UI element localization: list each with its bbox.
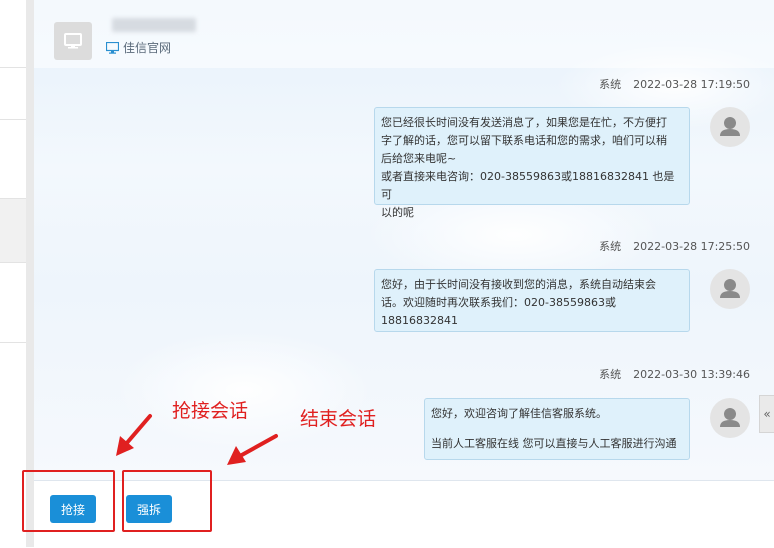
list-row[interactable] (0, 119, 26, 164)
chat-header: 佳信官网 (34, 0, 774, 68)
message-line: 或者直接来电咨询：020-38559863或18816832841 也是可 (381, 170, 675, 201)
chat-panel: 佳信官网 系统 2022-03-28 17:19:50 您已经很长时间没有发送消息… (34, 0, 774, 480)
monitor-icon (64, 33, 82, 49)
message-line: 18816832841 (381, 314, 458, 327)
panel-divider[interactable] (26, 0, 34, 547)
message-time: 2022-03-28 17:19:50 (633, 78, 750, 91)
annotation-box-grab (22, 470, 115, 532)
user-icon (720, 117, 740, 136)
system-avatar (710, 107, 750, 147)
message-line (431, 423, 683, 435)
visitor-source: 佳信官网 (106, 39, 171, 56)
system-avatar (710, 269, 750, 309)
conversation-list-edge (0, 0, 27, 547)
message-time: 2022-03-28 17:25:50 (633, 240, 750, 253)
user-icon (720, 408, 740, 427)
desktop-icon (106, 41, 119, 54)
list-row-selected[interactable] (0, 198, 26, 263)
message-bubble: 您好，由于长时间没有接收到您的消息，系统自动结束会 话。欢迎随时再次联系我们：0… (374, 269, 690, 332)
message-line: 您好，由于长时间没有接收到您的消息，系统自动结束会 (381, 278, 656, 291)
user-icon (720, 279, 740, 298)
message-line: 以的呢 (381, 206, 414, 219)
list-row (0, 342, 26, 345)
message-line: 字了解的话，您可以留下联系电话和您的需求，咱们可以稍 (381, 134, 667, 147)
annotation-box-end (122, 470, 212, 532)
message-sender: 系统 (599, 240, 622, 253)
message-line: 后给您来电呢~ (381, 152, 457, 165)
message-bubble: 您好，欢迎咨询了解佳信客服系统。 当前人工客服在线 您可以直接与人工客服进行沟通 (424, 398, 690, 460)
message-meta: 系统 2022-03-28 17:19:50 (599, 76, 750, 92)
message-line: 话。欢迎随时再次联系我们：020-38559863或 (381, 296, 616, 309)
message-line: 您好，欢迎咨询了解佳信客服系统。 (431, 407, 607, 420)
list-row[interactable] (0, 67, 26, 120)
list-row[interactable] (0, 262, 26, 307)
message-line: 当前人工客服在线 您可以直接与人工客服进行沟通 (431, 437, 677, 450)
message-sender: 系统 (599, 78, 622, 91)
visitor-name-redacted (112, 18, 196, 32)
double-chevron-left-icon: « (763, 407, 771, 421)
message-meta: 系统 2022-03-28 17:25:50 (599, 238, 750, 254)
system-avatar (710, 398, 750, 438)
message-meta: 系统 2022-03-30 13:39:46 (599, 366, 750, 382)
annotation-label-grab: 抢接会话 (172, 400, 249, 422)
collapse-panel-toggle[interactable]: « (759, 395, 774, 433)
message-bubble: 您已经很长时间没有发送消息了，如果您是在忙，不方便打 字了解的话，您可以留下联系… (374, 107, 690, 219)
annotation-label-end: 结束会话 (300, 408, 377, 430)
visitor-avatar (54, 22, 92, 60)
message-line: 您已经很长时间没有发送消息了，如果您是在忙，不方便打 (381, 116, 667, 129)
message-time: 2022-03-30 13:39:46 (633, 368, 750, 381)
message-sender: 系统 (599, 368, 622, 381)
background-cloud (114, 330, 374, 450)
source-site-label: 佳信官网 (123, 41, 172, 55)
